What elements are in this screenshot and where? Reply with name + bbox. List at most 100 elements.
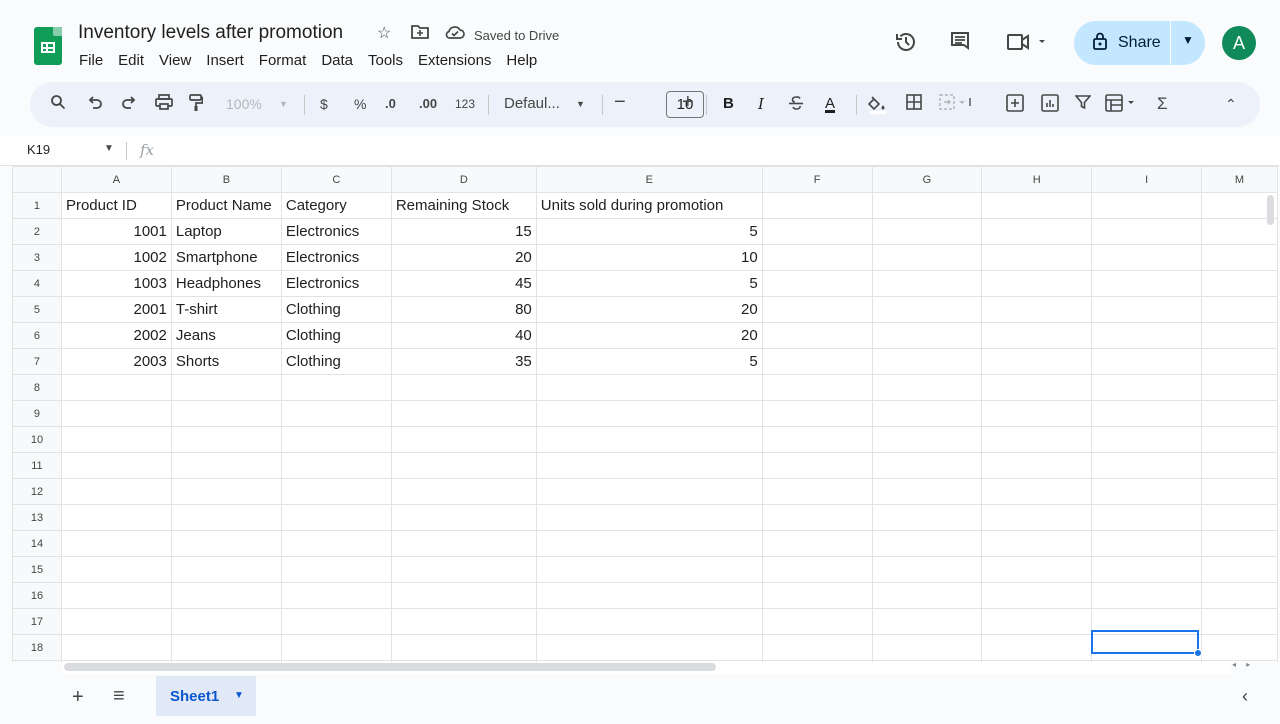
- cell[interactable]: [535, 608, 763, 635]
- data-cell[interactable]: Clothing: [280, 322, 392, 349]
- menu-tools[interactable]: Tools: [368, 52, 403, 69]
- sheet-tab-dropdown-icon[interactable]: ▼: [234, 690, 244, 701]
- cell[interactable]: [170, 374, 282, 401]
- tab-sheet1[interactable]: Sheet1 ▼: [156, 676, 256, 716]
- cell[interactable]: [390, 504, 537, 531]
- column-header[interactable]: A: [60, 166, 172, 193]
- meet-video-icon[interactable]: [1006, 30, 1048, 60]
- cell[interactable]: [280, 504, 392, 531]
- cell[interactable]: [1091, 192, 1203, 219]
- cell[interactable]: [1091, 400, 1203, 427]
- cell[interactable]: [1201, 556, 1278, 583]
- cell[interactable]: [60, 400, 172, 427]
- cell[interactable]: [1201, 322, 1278, 349]
- insert-chart-icon[interactable]: [1041, 94, 1059, 118]
- cell[interactable]: [390, 608, 537, 635]
- fill-color-icon[interactable]: [867, 94, 888, 120]
- row-header[interactable]: 14: [12, 530, 62, 557]
- data-cell[interactable]: 1003: [60, 270, 172, 297]
- decrease-font-size-icon[interactable]: −: [614, 92, 626, 112]
- header-cell[interactable]: Product ID: [60, 192, 172, 219]
- data-cell[interactable]: 2002: [60, 322, 172, 349]
- column-header[interactable]: I: [1091, 166, 1203, 193]
- cell[interactable]: [761, 582, 873, 609]
- cell[interactable]: [1091, 296, 1203, 323]
- cell-grid[interactable]: A B C D E F G H I M 1 Product ID Product N…: [12, 166, 1278, 662]
- cell[interactable]: [1201, 426, 1278, 453]
- filter-views-icon[interactable]: [1105, 94, 1141, 118]
- redo-icon[interactable]: [121, 94, 137, 116]
- header-cell[interactable]: Category: [280, 192, 392, 219]
- cell[interactable]: [981, 452, 1093, 479]
- cell[interactable]: [761, 244, 873, 271]
- cell[interactable]: [170, 530, 282, 557]
- cell[interactable]: [981, 400, 1093, 427]
- cell[interactable]: [871, 192, 983, 219]
- cell[interactable]: [1201, 478, 1278, 505]
- decrease-decimal-button[interactable]: .0: [385, 94, 396, 114]
- cell[interactable]: [60, 608, 172, 635]
- cell[interactable]: [280, 556, 392, 583]
- cell[interactable]: [871, 218, 983, 245]
- cell[interactable]: [280, 426, 392, 453]
- cell[interactable]: [60, 530, 172, 557]
- cell[interactable]: [1201, 270, 1278, 297]
- cell[interactable]: [1201, 504, 1278, 531]
- cell[interactable]: [170, 400, 282, 427]
- cell[interactable]: [390, 452, 537, 479]
- zoom-select[interactable]: 100%: [226, 94, 262, 114]
- cell[interactable]: [981, 218, 1093, 245]
- cell[interactable]: [981, 530, 1093, 557]
- cell[interactable]: [390, 530, 537, 557]
- cell[interactable]: [535, 556, 763, 583]
- cell[interactable]: [761, 556, 873, 583]
- cell[interactable]: [1091, 374, 1203, 401]
- cell[interactable]: [761, 192, 873, 219]
- cell[interactable]: [871, 634, 983, 661]
- cell[interactable]: [761, 296, 873, 323]
- cell[interactable]: [1201, 608, 1278, 635]
- row-header[interactable]: 9: [12, 400, 62, 427]
- cell[interactable]: [761, 322, 873, 349]
- cell[interactable]: [871, 426, 983, 453]
- data-cell[interactable]: Electronics: [280, 244, 392, 271]
- cell[interactable]: [390, 426, 537, 453]
- data-cell[interactable]: 2001: [60, 296, 172, 323]
- cell[interactable]: [761, 478, 873, 505]
- cell[interactable]: [981, 634, 1093, 661]
- data-cell[interactable]: Electronics: [280, 270, 392, 297]
- increase-decimal-button[interactable]: .00: [419, 94, 437, 114]
- cell[interactable]: [60, 556, 172, 583]
- cell[interactable]: [761, 608, 873, 635]
- cell[interactable]: [1201, 582, 1278, 609]
- cell[interactable]: [1091, 582, 1203, 609]
- document-title[interactable]: Inventory levels after promotion: [78, 22, 343, 44]
- row-header[interactable]: 7: [12, 348, 62, 375]
- cell[interactable]: [280, 634, 392, 661]
- row-header[interactable]: 8: [12, 374, 62, 401]
- cell[interactable]: [871, 270, 983, 297]
- cell[interactable]: [981, 426, 1093, 453]
- row-header[interactable]: 19: [12, 660, 62, 662]
- data-cell[interactable]: 2003: [60, 348, 172, 375]
- row-header[interactable]: 13: [12, 504, 62, 531]
- cell[interactable]: [761, 504, 873, 531]
- data-cell[interactable]: 5: [535, 348, 763, 375]
- cell[interactable]: [871, 400, 983, 427]
- column-header[interactable]: F: [761, 166, 873, 193]
- cell[interactable]: [280, 374, 392, 401]
- cell[interactable]: [761, 348, 873, 375]
- cell[interactable]: [1201, 218, 1278, 245]
- menu-view[interactable]: View: [159, 52, 191, 69]
- font-select[interactable]: Defaul...: [504, 94, 560, 114]
- header-cell[interactable]: Product Name: [170, 192, 282, 219]
- menu-format[interactable]: Format: [259, 52, 307, 69]
- cell[interactable]: [170, 608, 282, 635]
- sheets-logo-icon[interactable]: [34, 27, 62, 65]
- menu-extensions[interactable]: Extensions: [418, 52, 491, 69]
- cell[interactable]: [871, 582, 983, 609]
- data-cell[interactable]: Laptop: [170, 218, 282, 245]
- share-button[interactable]: Share ▼: [1074, 21, 1205, 65]
- data-cell[interactable]: 20: [535, 296, 763, 323]
- functions-icon[interactable]: Σ: [1157, 94, 1168, 114]
